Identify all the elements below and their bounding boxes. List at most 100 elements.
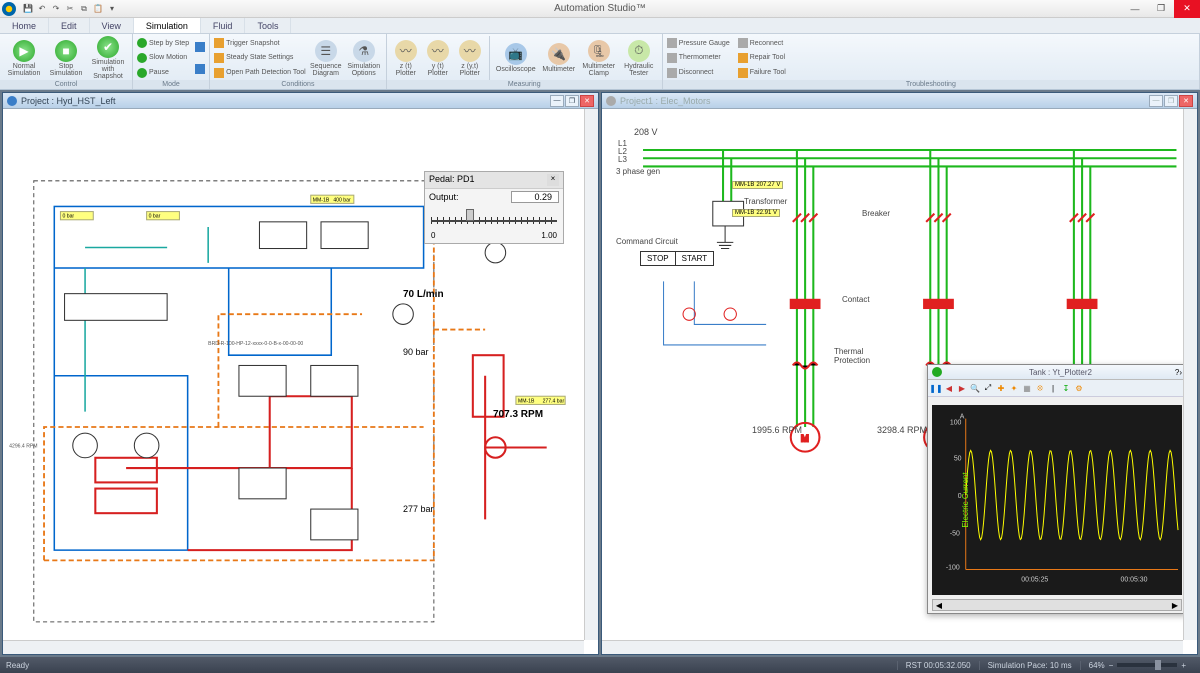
qat-more-icon[interactable]: ▾ xyxy=(106,3,118,15)
scope-icon: 📺 xyxy=(505,43,527,65)
qat-undo-icon[interactable]: ↶ xyxy=(36,3,48,15)
record-icon[interactable] xyxy=(932,367,942,377)
tab-simulation[interactable]: Simulation xyxy=(134,18,201,33)
wrench-icon xyxy=(738,53,748,63)
open-path-button[interactable]: Open Path Detection Tool xyxy=(214,68,306,78)
hydraulic-tester-button[interactable]: ⏱Hydraulic Tester xyxy=(620,36,658,80)
step-button[interactable]: Step by Step xyxy=(137,38,189,48)
maximize-button[interactable]: ❐ xyxy=(1148,0,1174,18)
clamp-icon: 🗜 xyxy=(588,40,610,62)
tab-fluid[interactable]: Fluid xyxy=(201,18,246,33)
panel-close-button[interactable]: ✕ xyxy=(580,95,594,107)
disconnect-button[interactable]: Disconnect xyxy=(667,68,730,78)
panel-hydraulic-header[interactable]: Project : Hyd_HST_Left —❐✕ xyxy=(3,93,598,109)
vscrollbar-right[interactable] xyxy=(1183,109,1197,640)
sim-options-button[interactable]: ⚗ Simulation Options xyxy=(346,36,382,80)
plotter-prev-icon[interactable]: ◀ xyxy=(943,382,955,394)
trigger-snapshot-button[interactable]: Trigger Snapshot xyxy=(214,38,306,48)
cmd-label: Command Circuit xyxy=(616,237,678,246)
command-box[interactable]: STOPSTART xyxy=(640,251,714,266)
hydraulic-canvas[interactable]: 0 bar 0 bar MM-1B400 bar MM-1B277.4 bar … xyxy=(3,109,598,654)
project-icon xyxy=(7,96,17,106)
reconnect-icon xyxy=(738,38,748,48)
mode-extra-1[interactable] xyxy=(195,42,205,52)
pedal-slider[interactable] xyxy=(431,207,557,229)
meas-tag-2[interactable]: MM-1B22.91 V xyxy=(732,209,780,217)
plotter-grid-icon[interactable]: ▦ xyxy=(1021,382,1033,394)
normal-sim-button[interactable]: ▶ Normal Simulation xyxy=(4,36,44,80)
meas-tag-1[interactable]: MM-1B207.27 V xyxy=(732,181,783,189)
oscilloscope-button[interactable]: 📺Oscilloscope xyxy=(494,36,538,80)
multimeter-clamp-button[interactable]: 🗜Multimeter Clamp xyxy=(580,36,618,80)
plotter-zoom-icon[interactable]: 🔍 xyxy=(969,382,981,394)
qat-cut-icon[interactable]: ✂ xyxy=(64,3,76,15)
zt-plotter-button[interactable]: 〰z (t) Plotter xyxy=(391,36,421,80)
pause-button[interactable]: Pause xyxy=(137,68,189,78)
qat-redo-icon[interactable]: ↷ xyxy=(50,3,62,15)
plotter-pause-icon[interactable]: ❚❚ xyxy=(930,382,942,394)
mode-extra-2[interactable] xyxy=(195,64,205,74)
therm-icon xyxy=(667,53,677,63)
pedal-output-label: Output: xyxy=(429,192,459,202)
plotter-settings-icon[interactable]: ⚙ xyxy=(1073,382,1085,394)
plotter-marker-icon[interactable]: ✚ xyxy=(995,382,1007,394)
plotter-expand-icon[interactable]: › xyxy=(1179,368,1182,377)
hscrollbar-left[interactable] xyxy=(3,640,584,654)
tab-home[interactable]: Home xyxy=(0,18,49,33)
panel-electrical: Project1 : Elec_Motors —❐✕ xyxy=(601,92,1198,655)
panel-min-button[interactable]: — xyxy=(550,95,564,107)
minimize-button[interactable]: — xyxy=(1122,0,1148,18)
qat-paste-icon[interactable]: 📋 xyxy=(92,3,104,15)
stop-sim-button[interactable]: ■ Stop Simulation xyxy=(46,36,86,80)
hscrollbar-right[interactable] xyxy=(602,640,1183,654)
failure-tool-button[interactable]: Failure Tool xyxy=(738,68,786,78)
camera-icon xyxy=(214,38,224,48)
qat-copy-icon[interactable]: ⧉ xyxy=(78,3,90,15)
plotter-fit-icon[interactable]: ⤢ xyxy=(982,382,994,394)
step-icon xyxy=(137,38,147,48)
gen-label: 3 phase gen xyxy=(616,167,660,176)
panel-close-button[interactable]: ✕ xyxy=(1179,95,1193,107)
pressure-gauge-button[interactable]: Pressure Gauge xyxy=(667,38,730,48)
pedal-thumb[interactable] xyxy=(466,209,474,221)
ribbon-group-control: ▶ Normal Simulation ■ Stop Simulation ✔ … xyxy=(0,34,133,89)
svg-text:MM-1B: MM-1B xyxy=(518,398,535,404)
panel-min-button[interactable]: — xyxy=(1149,95,1163,107)
repair-tool-button[interactable]: Repair Tool xyxy=(738,53,786,63)
qat-save-icon[interactable]: 💾 xyxy=(22,3,34,15)
plotter-hscroll[interactable]: ◀▶ xyxy=(932,599,1182,611)
plotter-next-icon[interactable]: ▶ xyxy=(956,382,968,394)
phase-l3: L3 xyxy=(618,155,627,164)
tab-view[interactable]: View xyxy=(90,18,134,33)
panel-electrical-header[interactable]: Project1 : Elec_Motors —❐✕ xyxy=(602,93,1197,109)
multimeter-button[interactable]: 🔌Multimeter xyxy=(540,36,578,80)
tab-tools[interactable]: Tools xyxy=(245,18,291,33)
reconnect-button[interactable]: Reconnect xyxy=(738,38,786,48)
plotter-chart[interactable]: 100 50 0 -50 -100 A 00:05:25 00:05:30 xyxy=(932,405,1182,595)
slowmo-button[interactable]: Slow Motion xyxy=(137,53,189,63)
plotter-window[interactable]: Tank : Yt_Plotter2 ? › ❚❚ ◀ ▶ 🔍 ⤢ ✚ ✦ ▦ … xyxy=(927,364,1187,614)
vscrollbar-left[interactable] xyxy=(584,109,598,640)
pedal-widget[interactable]: Pedal: PD1× Output:0.29 01.00 xyxy=(424,171,564,244)
ribbon-group-conditions: Trigger Snapshot Steady State Settings O… xyxy=(210,34,387,89)
tab-edit[interactable]: Edit xyxy=(49,18,90,33)
zyt-plotter-button[interactable]: 〰z (y,t) Plotter xyxy=(455,36,485,80)
close-button[interactable]: ✕ xyxy=(1174,0,1200,18)
pedal-value[interactable]: 0.29 xyxy=(511,191,559,203)
svg-text:M: M xyxy=(801,433,809,443)
steady-state-button[interactable]: Steady State Settings xyxy=(214,53,306,63)
plotter-clear-icon[interactable]: ⦻ xyxy=(1034,382,1046,394)
plotter-cursor-icon[interactable]: ✦ xyxy=(1008,382,1020,394)
sim-snapshot-button[interactable]: ✔ Simulation with Snapshot xyxy=(88,36,128,80)
status-zoom[interactable]: 64% −+ xyxy=(1080,661,1194,670)
mode-icon-2 xyxy=(195,64,205,74)
panel-max-button[interactable]: ❐ xyxy=(565,95,579,107)
yt-plotter-button[interactable]: 〰y (t) Plotter xyxy=(423,36,453,80)
electrical-canvas[interactable]: M M 208 V L1 L2 L3 3 phase gen xyxy=(602,109,1197,654)
panel-max-button[interactable]: ❐ xyxy=(1164,95,1178,107)
thermometer-button[interactable]: Thermometer xyxy=(667,53,730,63)
plotter-export-icon[interactable]: ↧ xyxy=(1060,382,1072,394)
pedal-close-button[interactable]: × xyxy=(547,174,559,186)
seq-diagram-button[interactable]: ☰ Sequence Diagram xyxy=(308,36,344,80)
svg-text:A: A xyxy=(960,414,965,421)
